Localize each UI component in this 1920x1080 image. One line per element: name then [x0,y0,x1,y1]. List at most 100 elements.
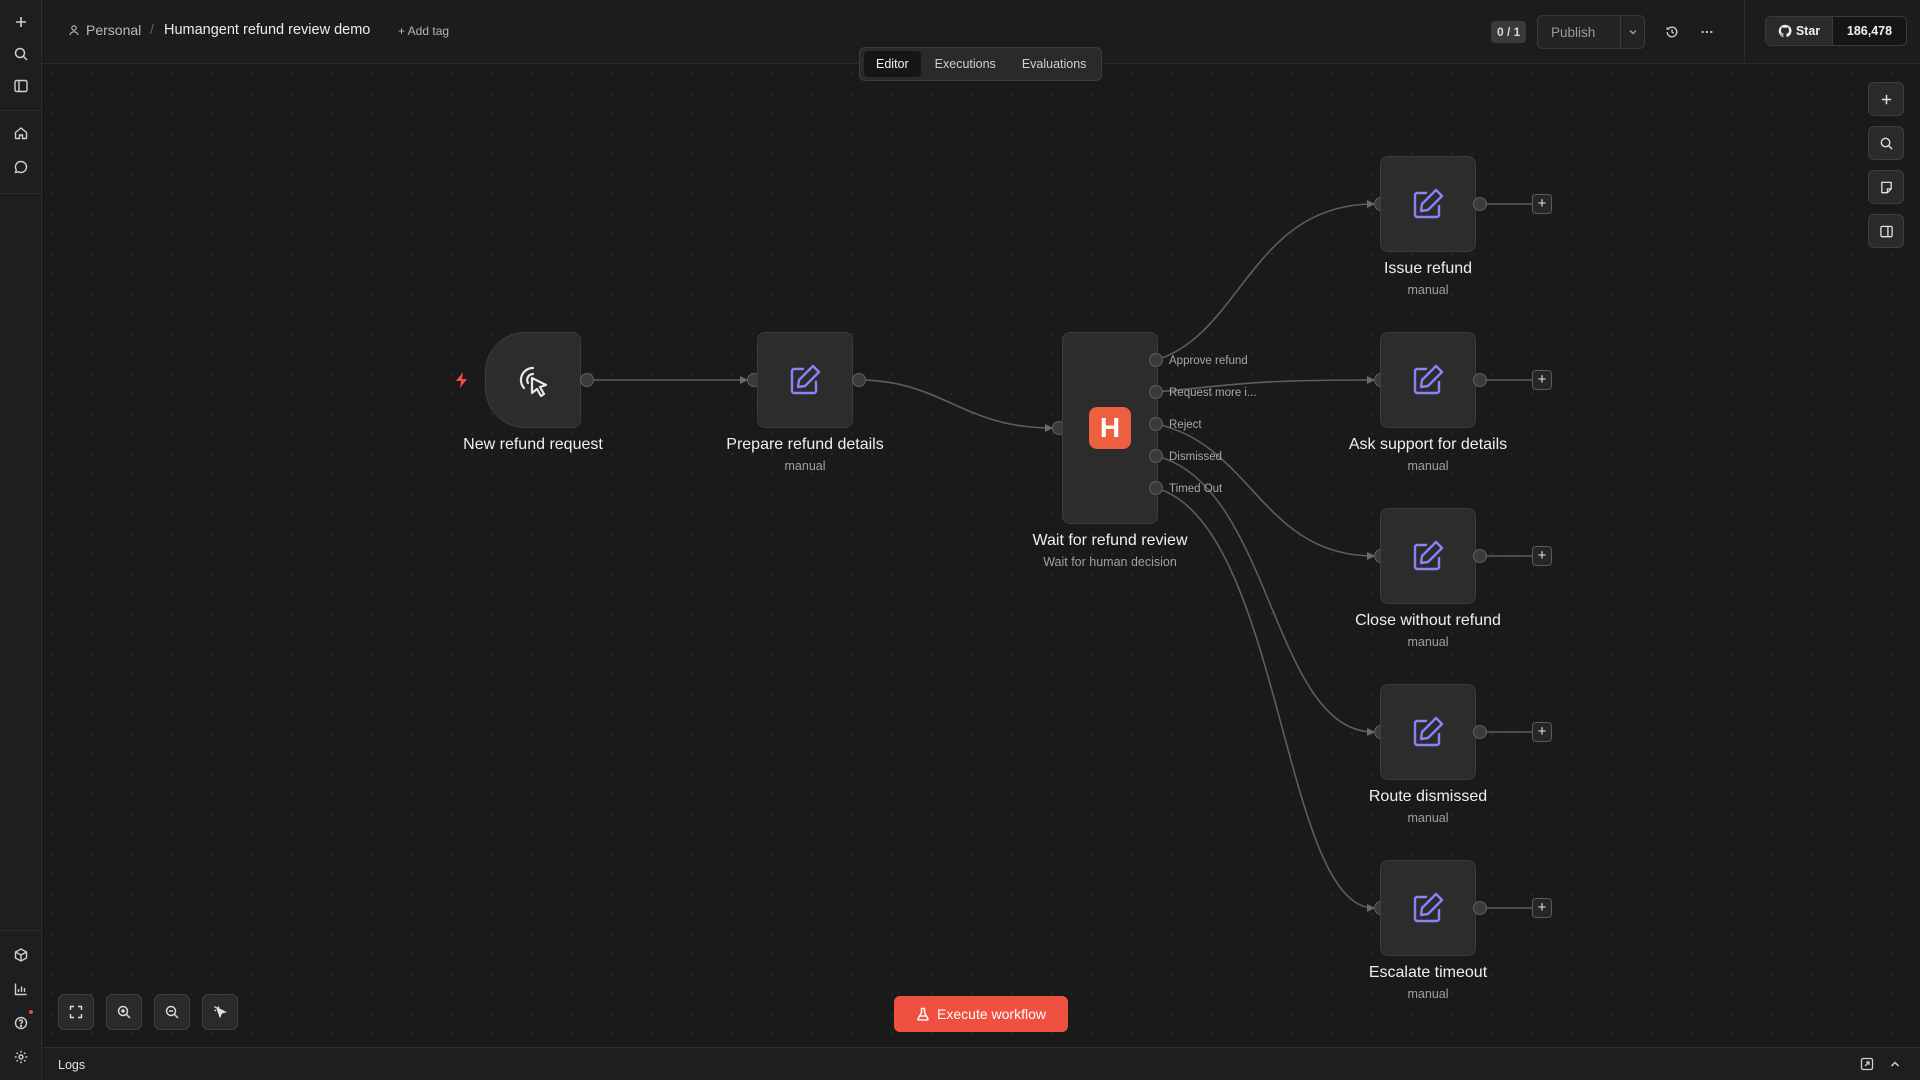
notification-dot [29,1010,33,1014]
add-tag-button[interactable]: + Add tag [398,24,449,38]
tab-executions[interactable]: Executions [923,51,1008,77]
trigger-bolt-icon [456,372,467,388]
home-icon[interactable] [9,121,33,145]
node-title: Wait for refund review [1032,532,1188,549]
node-escalate-timeout[interactable] [1380,860,1476,956]
node-title: New refund request [463,436,603,453]
fullscreen-icon [69,1005,83,1019]
chat-icon[interactable] [9,155,33,179]
edit-icon [1413,716,1444,747]
output-port[interactable] [1473,725,1487,739]
view-tabs: Editor Executions Evaluations [859,47,1102,81]
add-node-panel-button[interactable] [1868,82,1904,116]
node-title: Escalate timeout [1368,964,1488,981]
edit-icon [1413,892,1444,923]
github-star-count: 186,478 [1832,17,1906,45]
output-port[interactable] [1473,549,1487,563]
insights-icon[interactable] [9,977,33,1001]
output-port[interactable] [1473,373,1487,387]
zoom-in-icon [117,1005,131,1019]
history-icon[interactable] [1662,22,1682,42]
github-star-label: Star [1795,24,1821,38]
node-route-dismissed[interactable] [1380,684,1476,780]
output-port-reject[interactable] [1149,417,1163,431]
node-title: Prepare refund details [726,436,884,453]
add-node-button[interactable]: + [1532,370,1552,390]
zoom-in-button[interactable] [106,994,142,1030]
flask-icon [917,1007,929,1021]
node-subtitle: manual [1407,283,1449,297]
chevron-up-icon[interactable] [1888,1057,1904,1073]
node-subtitle: manual [1407,635,1449,649]
workflow-canvas[interactable]: New refund request Prepare refund detail… [42,64,1920,1047]
node-title: Issue refund [1383,260,1473,277]
fit-view-button[interactable] [58,994,94,1030]
edit-icon [1413,188,1444,219]
output-port[interactable] [852,373,866,387]
templates-icon[interactable] [9,943,33,967]
node-ask-support-for-details[interactable] [1380,332,1476,428]
help-icon[interactable] [9,1011,33,1035]
github-icon [1778,24,1792,38]
node-subtitle: manual [1407,459,1449,473]
tab-editor[interactable]: Editor [864,51,921,77]
node-close-without-refund[interactable] [1380,508,1476,604]
output-label: Request more i... [1169,387,1257,399]
publish-button[interactable]: Publish [1538,25,1620,40]
magic-cursor-icon [214,1006,227,1019]
connection-timeout-escalate [1155,487,1375,912]
add-node-button[interactable]: + [1532,194,1552,214]
execute-workflow-button[interactable]: Execute workflow [894,996,1068,1032]
chevron-down-icon[interactable] [1621,26,1644,38]
tab-evaluations[interactable]: Evaluations [1010,51,1099,77]
sidebar-toggle-icon[interactable] [9,74,33,98]
logs-panel-bar[interactable]: Logs [42,1047,1920,1080]
more-options-icon[interactable] [1697,22,1717,42]
add-node-button[interactable]: + [1532,722,1552,742]
plus-icon [1881,94,1891,104]
output-port-request-more[interactable] [1149,385,1163,399]
output-port[interactable] [1473,901,1487,915]
project-name: Personal [86,22,142,38]
github-star-button[interactable]: Star 186,478 [1765,16,1907,46]
settings-icon[interactable] [9,1045,33,1069]
output-port-approve[interactable] [1149,353,1163,367]
toggle-panel-button[interactable] [1868,214,1904,248]
breadcrumb-project[interactable]: Personal [68,22,141,38]
output-port-timed-out[interactable] [1149,481,1163,495]
search-icon [1880,137,1893,150]
output-port-dismissed[interactable] [1149,449,1163,463]
breadcrumb-separator: / [150,21,154,37]
output-label: Reject [1169,419,1202,431]
node-prepare-refund-details[interactable] [757,332,853,428]
node-wait-for-refund-review[interactable]: H [1062,332,1158,524]
output-port[interactable] [1473,197,1487,211]
sticky-note-icon [1880,181,1892,193]
add-node-button[interactable]: + [1532,546,1552,566]
node-new-refund-request[interactable] [485,332,581,428]
edit-icon [1413,364,1444,395]
node-title: Close without refund [1355,612,1501,629]
workflow-title[interactable]: Humangent refund review demo [164,22,370,38]
connection-approve-issue [1155,200,1375,361]
node-subtitle: manual [784,459,826,473]
left-rail [0,0,42,1080]
pop-out-icon[interactable] [1860,1057,1876,1073]
node-issue-refund[interactable] [1380,156,1476,252]
add-icon[interactable] [9,10,33,34]
search-icon[interactable] [9,42,33,66]
execute-workflow-label: Execute workflow [937,1006,1046,1022]
output-port[interactable] [580,373,594,387]
tidy-up-button[interactable] [202,994,238,1030]
logs-label[interactable]: Logs [58,1058,85,1072]
node-subtitle: Wait for human decision [1043,555,1177,569]
add-node-button[interactable]: + [1532,898,1552,918]
node-title: Ask support for details [1348,436,1508,453]
edit-icon [1413,540,1444,571]
output-label: Dismissed [1169,451,1223,463]
connection-dismissed-route [1155,455,1375,736]
search-nodes-button[interactable] [1868,126,1904,160]
user-icon [69,25,79,36]
sticky-note-button[interactable] [1868,170,1904,204]
zoom-out-button[interactable] [154,994,190,1030]
